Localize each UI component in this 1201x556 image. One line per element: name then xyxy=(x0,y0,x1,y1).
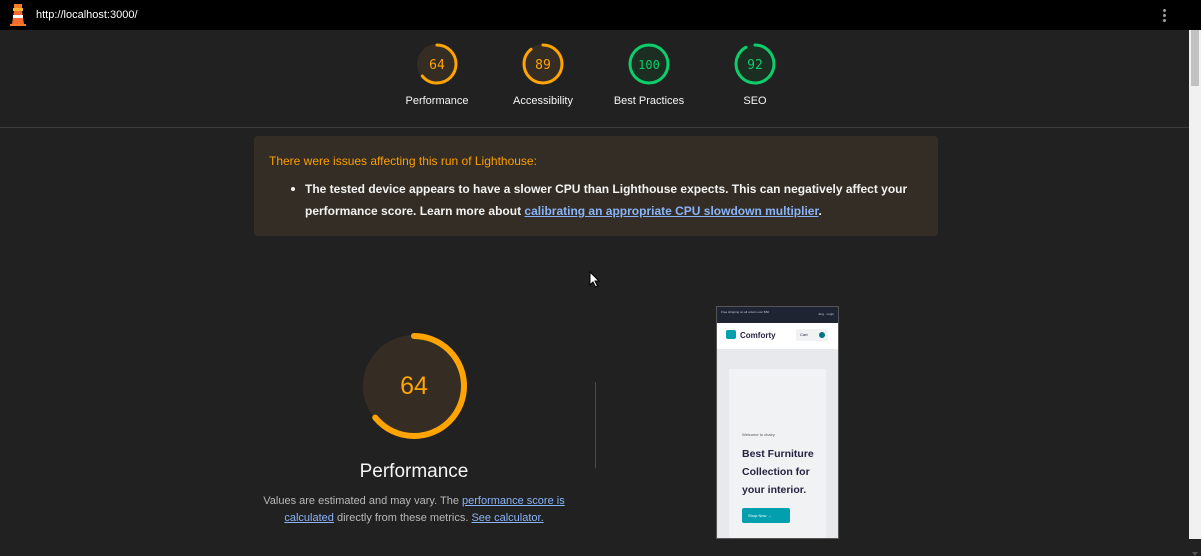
kebab-menu-icon[interactable] xyxy=(1163,9,1169,25)
mouse-cursor-icon xyxy=(589,271,601,288)
gauge-score: 100 xyxy=(638,58,660,72)
thumb-header: Comforty Cart xyxy=(717,323,838,349)
gauge-score: 89 xyxy=(535,58,551,73)
performance-description: Values are estimated and may vary. The p… xyxy=(262,493,566,527)
thumb-topbar-text: Free shipping on all orders over $50 xyxy=(721,310,770,314)
vertical-scrollbar[interactable] xyxy=(1189,30,1201,556)
thumb-welcome: Welcome to chairy xyxy=(742,432,775,437)
vertical-divider xyxy=(595,382,596,468)
gauge-ring: 89 xyxy=(522,43,564,85)
thumb-brand: Comforty xyxy=(740,331,776,340)
score-gauges: 64 Performance 89 Accessibility 100 Best… xyxy=(0,30,1189,127)
desc-text-2: directly from these metrics. xyxy=(336,512,469,524)
chair-logo-icon xyxy=(726,330,736,339)
thumb-cart: Cart xyxy=(796,329,828,341)
performance-score: 64 xyxy=(400,372,428,400)
thumb-shop-button: Shop Now → xyxy=(742,508,790,523)
thumb-hero: Welcome to chairy Best Furniture Collect… xyxy=(729,369,826,538)
header-divider xyxy=(0,127,1189,128)
thumb-topbar-right: Eng · Login xyxy=(818,312,834,316)
performance-title: Performance xyxy=(359,461,469,482)
gauge-ring: 64 xyxy=(416,43,458,85)
see-calculator-link[interactable]: See calculator. xyxy=(471,512,543,524)
gauge-score: 64 xyxy=(429,58,445,73)
performance-gauge-large[interactable]: 64 xyxy=(360,332,468,440)
thumb-cart-label: Cart xyxy=(800,332,808,337)
lighthouse-warning-box: There were issues affecting this run of … xyxy=(254,136,938,236)
scroll-down-arrow-icon[interactable] xyxy=(1192,552,1198,556)
gauge-label: SEO xyxy=(743,95,767,107)
gauge-seo[interactable]: 92 SEO xyxy=(700,42,810,107)
top-bar: http://localhost:3000/ xyxy=(0,0,1201,30)
lighthouse-icon xyxy=(10,4,26,26)
page-screenshot-thumbnail[interactable]: Free shipping on all orders over $50 Eng… xyxy=(716,306,839,539)
url-text[interactable]: http://localhost:3000/ xyxy=(36,9,138,21)
warning-item-end: . xyxy=(818,204,822,218)
gauge-best-practices[interactable]: 100 Best Practices xyxy=(594,42,704,107)
gauge-accessibility[interactable]: 89 Accessibility xyxy=(488,42,598,107)
gauge-label: Performance xyxy=(405,95,469,107)
gauge-ring: 100 xyxy=(628,43,670,85)
gauge-label: Best Practices xyxy=(613,95,685,107)
cpu-slowdown-link[interactable]: calibrating an appropriate CPU slowdown … xyxy=(524,204,818,218)
warning-item: The tested device appears to have a slow… xyxy=(291,178,915,222)
thumb-topbar: Free shipping on all orders over $50 Eng… xyxy=(717,307,838,323)
scrollbar-thumb[interactable] xyxy=(1191,30,1199,86)
gauge-score: 92 xyxy=(747,58,763,73)
gauge-ring: 92 xyxy=(734,43,776,85)
thumb-headline: Best Furniture Collection for your inter… xyxy=(742,448,814,496)
warning-title: There were issues affecting this run of … xyxy=(269,154,537,168)
desc-text-1: Values are estimated and may vary. The xyxy=(263,495,459,507)
cart-badge xyxy=(819,332,825,338)
gauge-label: Accessibility xyxy=(513,95,573,107)
gauge-performance[interactable]: 64 Performance xyxy=(382,42,492,107)
